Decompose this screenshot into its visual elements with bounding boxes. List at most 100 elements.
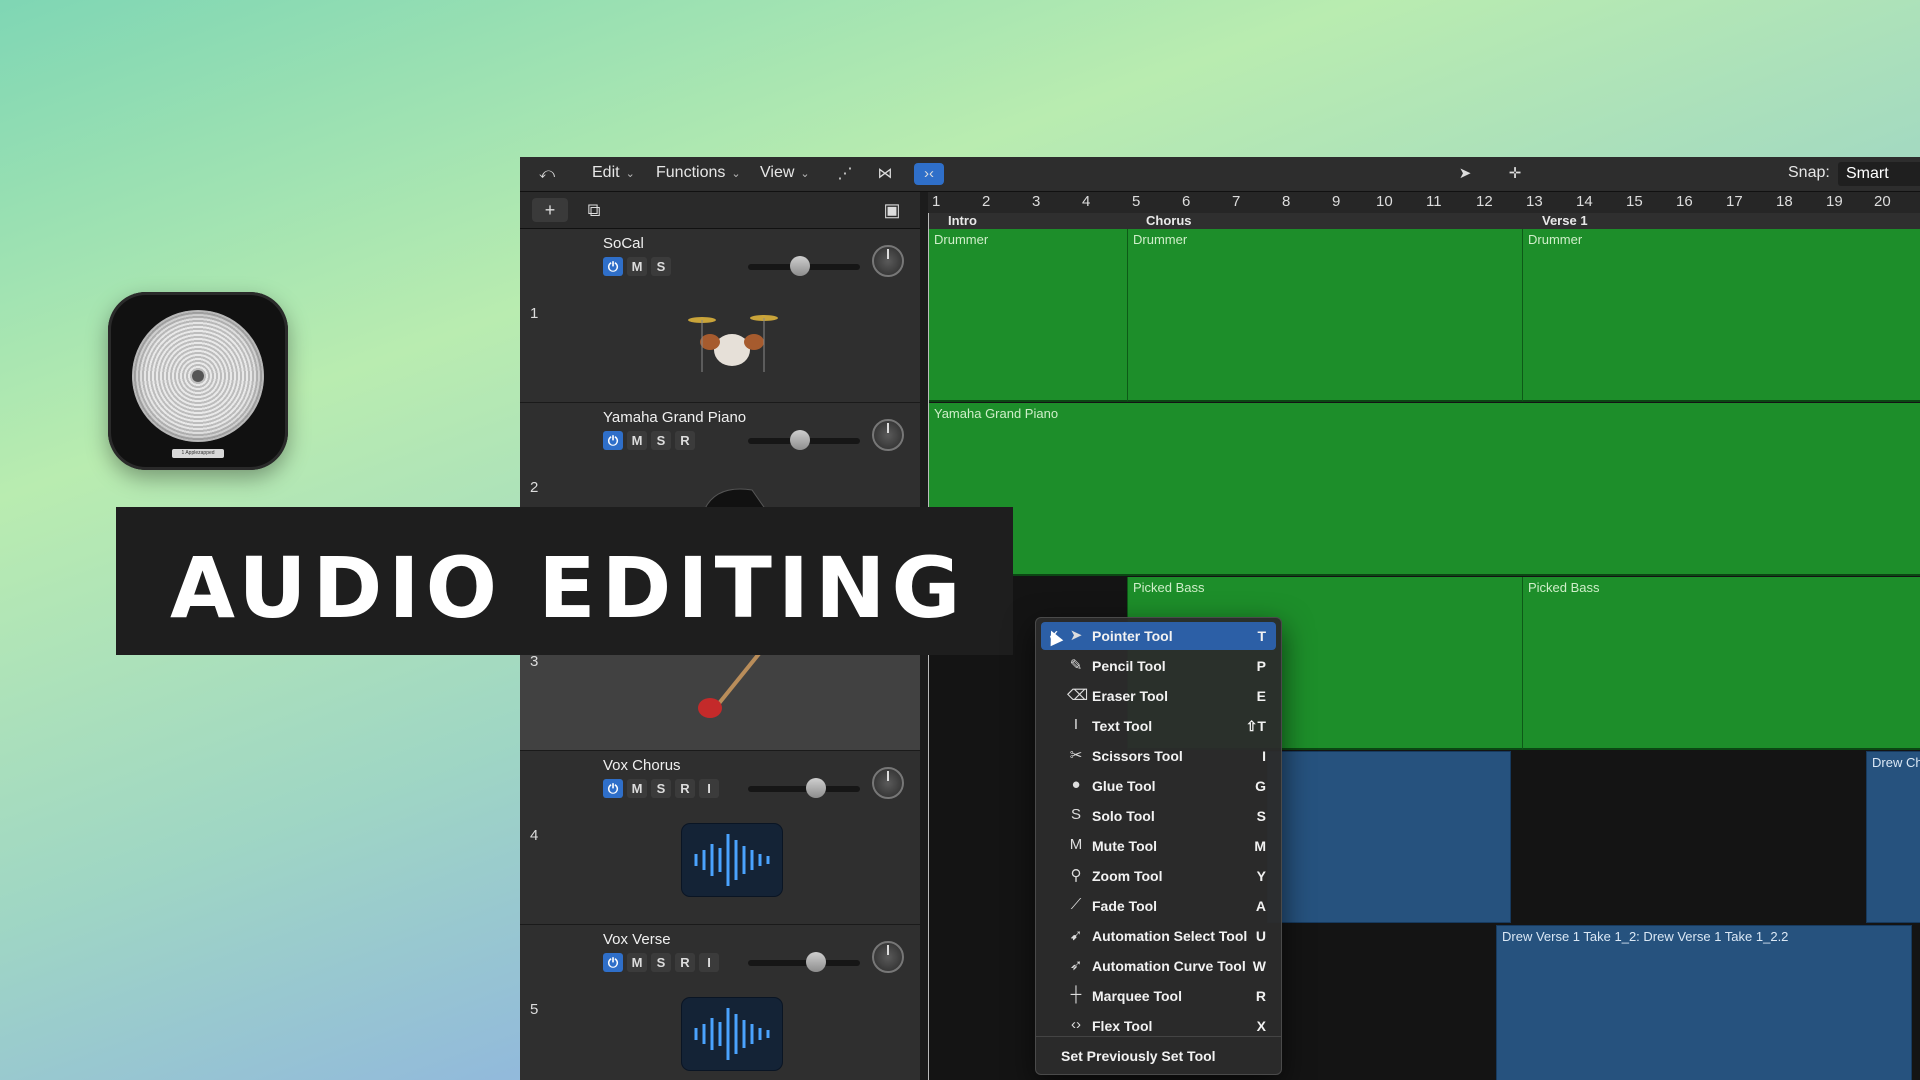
snap-label: Snap: <box>1788 164 1830 181</box>
marker-verse-1[interactable]: Verse 1 <box>1542 213 1588 228</box>
input-monitor-button[interactable]: I <box>699 953 719 972</box>
crosshair-icon: ┼ <box>1070 986 1082 1003</box>
menu-item-marquee-tool[interactable]: ┼ Marquee Tool R <box>1041 982 1276 1010</box>
record-button[interactable]: R <box>675 953 695 972</box>
edit-menu[interactable]: Edit ⌄ <box>592 164 635 182</box>
view-menu[interactable]: View ⌄ <box>760 164 810 182</box>
waveform-icon <box>682 824 782 896</box>
pointer-tool-selector-icon[interactable]: ➤ <box>1450 163 1480 185</box>
pointer-icon: ➤ <box>1069 627 1083 644</box>
lane-1: Drummer Drummer Drummer <box>928 229 1920 402</box>
menu-item-pencil-tool[interactable]: ✎ Pencil Tool P <box>1041 652 1276 680</box>
solo-button[interactable]: S <box>651 431 671 450</box>
automation-select-icon: ➹ <box>1069 927 1083 944</box>
add-track-button[interactable]: + <box>532 198 568 222</box>
duplicate-track-icon[interactable]: ⧉ <box>576 198 612 222</box>
drummer-region[interactable]: Drummer <box>1522 229 1920 402</box>
drummer-region[interactable]: Drummer <box>928 229 1127 402</box>
scissors-icon: ✂ <box>1069 747 1083 764</box>
secondary-tool-selector-icon[interactable]: ✛ <box>1500 163 1530 185</box>
track-header-1[interactable]: 1 SoCal ⏻ M S <box>520 229 920 403</box>
lane-2: Yamaha Grand Piano <box>928 403 1920 576</box>
volume-fader[interactable] <box>748 952 860 972</box>
power-icon[interactable]: ⏻ <box>603 431 623 450</box>
record-button[interactable]: R <box>675 779 695 798</box>
catch-playhead-icon[interactable]: ›‹ <box>914 163 944 185</box>
title-banner: AUDIO EDITING <box>116 507 1013 655</box>
text-cursor-icon: I <box>1073 716 1079 733</box>
power-icon[interactable]: ⏻ <box>603 779 623 798</box>
vox-chorus-region[interactable]: Drew Ch <box>1866 751 1920 923</box>
eraser-icon: ⌫ <box>1067 687 1089 704</box>
track-name: Yamaha Grand Piano <box>603 409 747 426</box>
automation-icon[interactable]: ⋰ <box>830 163 860 185</box>
solo-button[interactable]: S <box>651 779 671 798</box>
glue-icon: ● <box>1071 776 1081 793</box>
vox-chorus-region[interactable] <box>1267 751 1511 923</box>
global-tracks-icon[interactable]: ▣ <box>878 198 906 222</box>
track-header-4[interactable]: 4 Vox Chorus ⏻ M S R I <box>520 751 920 925</box>
menu-item-set-previously-set-tool[interactable]: Set Previously Set Tool <box>1041 1042 1276 1070</box>
pencil-icon: ✎ <box>1069 657 1083 674</box>
volume-fader[interactable] <box>748 778 860 798</box>
snap-dropdown[interactable]: Smart <box>1838 162 1920 186</box>
app-icon-label: 1 Applezapped <box>172 449 224 458</box>
mute-icon: M <box>1069 836 1083 853</box>
bass-guitar-icon <box>682 648 782 722</box>
flex-icon: ‹› <box>1071 1016 1081 1033</box>
arrangement-markers: Intro Chorus Verse 1 <box>928 213 1920 230</box>
menu-item-automation-curve-tool[interactable]: ➶ Automation Curve Tool W <box>1041 952 1276 980</box>
power-icon[interactable]: ⏻ <box>603 257 623 276</box>
platter-icon <box>132 310 264 442</box>
drummer-region[interactable]: Drummer <box>1127 229 1522 402</box>
volume-fader[interactable] <box>748 430 860 450</box>
logic-pro-app-icon: 1 Applezapped <box>108 292 288 470</box>
track-header-bar: + ⧉ ▣ <box>520 192 920 229</box>
pan-knob[interactable] <box>872 767 904 799</box>
functions-menu[interactable]: Functions ⌄ <box>656 164 741 182</box>
menu-item-zoom-tool[interactable]: ⚲ Zoom Tool Y <box>1041 862 1276 890</box>
marker-intro[interactable]: Intro <box>948 213 977 228</box>
bar-ruler[interactable]: 12 34 56 78 9 10 11 12 13 14 15 16 17 18 19 20 <box>928 192 1920 213</box>
track-name: Vox Chorus <box>603 757 681 774</box>
mute-button[interactable]: M <box>627 779 647 798</box>
drum-kit-icon <box>682 302 782 374</box>
solo-button[interactable]: S <box>651 257 671 276</box>
solo-button[interactable]: S <box>651 953 671 972</box>
mute-button[interactable]: M <box>627 431 647 450</box>
fade-icon: ⟋ <box>1070 896 1082 913</box>
power-icon[interactable]: ⏻ <box>603 953 623 972</box>
waveform-icon <box>682 998 782 1070</box>
magnifier-icon: ⚲ <box>1070 867 1082 884</box>
mute-button[interactable]: M <box>627 953 647 972</box>
mute-button[interactable]: M <box>627 257 647 276</box>
track-name: SoCal <box>603 235 644 252</box>
back-arrow-icon[interactable]: ⤺ <box>532 163 562 185</box>
record-button[interactable]: R <box>675 431 695 450</box>
menu-item-scissors-tool[interactable]: ✂ Scissors Tool I <box>1041 742 1276 770</box>
track-header-5[interactable]: 5 Vox Verse ⏻ M S R I <box>520 925 920 1080</box>
banner-title: AUDIO EDITING <box>170 539 967 637</box>
menu-item-automation-select-tool[interactable]: ➹ Automation Select Tool U <box>1041 922 1276 950</box>
piano-region[interactable]: Yamaha Grand Piano <box>928 403 1920 576</box>
menu-item-eraser-tool[interactable]: ⌫ Eraser Tool E <box>1041 682 1276 710</box>
pan-knob[interactable] <box>872 941 904 973</box>
menu-item-pointer-tool[interactable]: ✓ ➤ Pointer Tool T <box>1041 622 1276 650</box>
pan-knob[interactable] <box>872 419 904 451</box>
menu-item-fade-tool[interactable]: ⟋ Fade Tool A <box>1041 892 1276 920</box>
menu-item-solo-tool[interactable]: S Solo Tool S <box>1041 802 1276 830</box>
flex-mode-icon[interactable]: ⋈ <box>870 163 900 185</box>
solo-icon: S <box>1070 806 1081 823</box>
bass-region[interactable]: Picked Bass <box>1522 577 1920 750</box>
input-monitor-button[interactable]: I <box>699 779 719 798</box>
menu-item-text-tool[interactable]: I Text Tool ⇧T <box>1041 712 1276 740</box>
menu-item-glue-tool[interactable]: ● Glue Tool G <box>1041 772 1276 800</box>
pan-knob[interactable] <box>872 245 904 277</box>
menu-item-mute-tool[interactable]: M Mute Tool M <box>1041 832 1276 860</box>
marker-chorus[interactable]: Chorus <box>1146 213 1192 228</box>
volume-fader[interactable] <box>748 256 860 276</box>
toolbar: ⤺ Edit ⌄ Functions ⌄ View ⌄ ⋰ ⋈ ›‹ ➤ ✛ Snap… <box>520 157 1920 192</box>
automation-curve-icon: ➶ <box>1069 957 1083 974</box>
track-name: Vox Verse <box>603 931 671 948</box>
vox-verse-region[interactable]: Drew Verse 1 Take 1_2: Drew Verse 1 Take… <box>1496 925 1912 1080</box>
